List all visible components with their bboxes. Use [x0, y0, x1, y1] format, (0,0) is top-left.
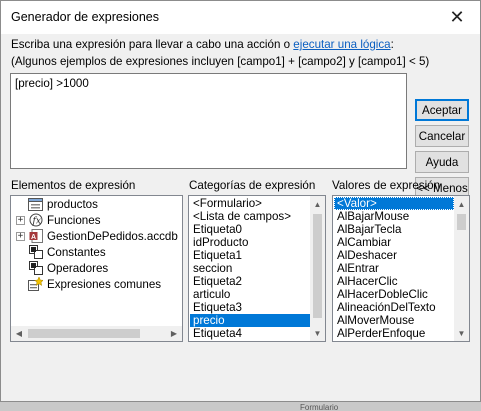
list-item[interactable]: AlPerderEnfoque	[334, 327, 454, 340]
access-db-icon: A	[28, 229, 43, 243]
list-item[interactable]: AlBajarMouse	[334, 210, 454, 223]
list-item[interactable]: AlHacerClic	[334, 275, 454, 288]
list-item[interactable]: Etiqueta2	[190, 275, 310, 288]
list-item[interactable]: Etiqueta1	[190, 249, 310, 262]
tree-item-productos[interactable]: productos	[16, 196, 98, 212]
scroll-up-icon[interactable]: ▲	[310, 196, 325, 212]
scroll-right-icon[interactable]: ▶	[166, 326, 182, 341]
instruction-prefix: Escriba una expresión para llevar a cabo…	[11, 38, 294, 51]
list-item[interactable]: <Formulario>	[190, 197, 310, 210]
help-button[interactable]: Ayuda	[415, 151, 469, 173]
list-item[interactable]: AlEntrar	[334, 262, 454, 275]
list-item[interactable]: AlCambiar	[334, 236, 454, 249]
instruction-text: Escriba una expresión para llevar a cabo…	[11, 38, 394, 51]
function-icon: fx	[28, 213, 43, 227]
common-expr-icon	[28, 277, 43, 291]
form-icon	[28, 197, 43, 211]
list-item[interactable]: AlBajarTecla	[334, 223, 454, 236]
title-bar: Generador de expresiones ✕	[1, 1, 480, 34]
list-item[interactable]: Etiqueta0	[190, 223, 310, 236]
values-label: Valores de expresión	[332, 179, 441, 192]
elements-label: Elementos de expresión	[11, 179, 136, 192]
values-vscrollbar[interactable]: ▲ ▼	[454, 196, 469, 341]
tree-item-constantes[interactable]: Constantes	[28, 244, 106, 260]
tree-item-label: Operadores	[47, 261, 109, 275]
instruction-suffix: :	[390, 38, 394, 51]
categories-vscrollbar[interactable]: ▲ ▼	[310, 196, 325, 341]
list-item[interactable]: Etiqueta3	[190, 301, 310, 314]
elements-tree[interactable]: productos + fx Funciones + A GestionDePe…	[10, 195, 183, 342]
elements-hscrollbar[interactable]: ◀ ▶	[11, 326, 182, 341]
tree-item-label: Constantes	[47, 245, 106, 259]
tree-item-database[interactable]: + A GestionDePedidos.accdb	[16, 228, 178, 244]
constants-icon	[28, 245, 43, 259]
cancel-button[interactable]: Cancelar	[415, 125, 469, 147]
background-window	[0, 402, 481, 411]
tree-item-label: productos	[47, 197, 98, 211]
values-list[interactable]: <Valor> AlBajarMouse AlBajarTecla AlCambiar…	[332, 195, 470, 342]
svg-text:A: A	[31, 234, 36, 241]
scroll-down-icon[interactable]: ▼	[454, 325, 469, 341]
tree-item-label: Funciones	[47, 213, 101, 227]
background-text: Formulario	[300, 403, 339, 411]
scroll-down-icon[interactable]: ▼	[310, 325, 325, 341]
list-item[interactable]: <Lista de campos>	[190, 210, 310, 223]
list-item[interactable]: seccion	[190, 262, 310, 275]
expand-icon[interactable]: +	[16, 231, 25, 241]
list-item[interactable]: AlMoverMouse	[334, 314, 454, 327]
accept-button[interactable]: Aceptar	[415, 99, 469, 121]
tree-item-label: GestionDePedidos.accdb	[47, 229, 178, 243]
tree-item-operadores[interactable]: Operadores	[28, 260, 108, 276]
scroll-thumb[interactable]	[457, 214, 466, 230]
list-item[interactable]: articulo	[190, 288, 310, 301]
list-item[interactable]: AlDeshacer	[334, 249, 454, 262]
list-item[interactable]: AlHacerDobleClic	[334, 288, 454, 301]
run-logic-link[interactable]: ejecutar una lógica	[293, 38, 390, 51]
expand-icon[interactable]: +	[16, 215, 25, 225]
list-item[interactable]: AlineaciónDelTexto	[334, 301, 454, 314]
categories-label: Categorías de expresión	[189, 179, 316, 192]
tree-item-label: Expresiones comunes	[47, 277, 162, 291]
tree-item-funciones[interactable]: + fx Funciones	[16, 212, 101, 228]
list-item[interactable]: <Valor>	[334, 197, 454, 210]
scroll-left-icon[interactable]: ◀	[11, 326, 27, 341]
dialog-title: Generador de expresiones	[11, 10, 160, 24]
expression-input[interactable]: [precio] >1000	[10, 73, 407, 169]
scroll-thumb[interactable]	[313, 214, 322, 318]
list-item[interactable]: precio	[190, 314, 310, 327]
categories-list[interactable]: <Formulario> <Lista de campos> Etiqueta0 id…	[188, 195, 326, 342]
list-item[interactable]: idProducto	[190, 236, 310, 249]
scroll-up-icon[interactable]: ▲	[454, 196, 469, 212]
tree-item-expresiones-comunes[interactable]: Expresiones comunes	[28, 276, 161, 292]
expression-builder-dialog: Generador de expresiones ✕ Escriba una e…	[0, 0, 481, 402]
close-button[interactable]: ✕	[434, 1, 480, 34]
svg-text:fx: fx	[31, 217, 40, 227]
list-item[interactable]: Etiqueta4	[190, 327, 310, 340]
examples-hint: (Algunos ejemplos de expresiones incluye…	[11, 55, 430, 68]
operators-icon	[28, 261, 43, 275]
scroll-thumb[interactable]	[28, 329, 140, 338]
